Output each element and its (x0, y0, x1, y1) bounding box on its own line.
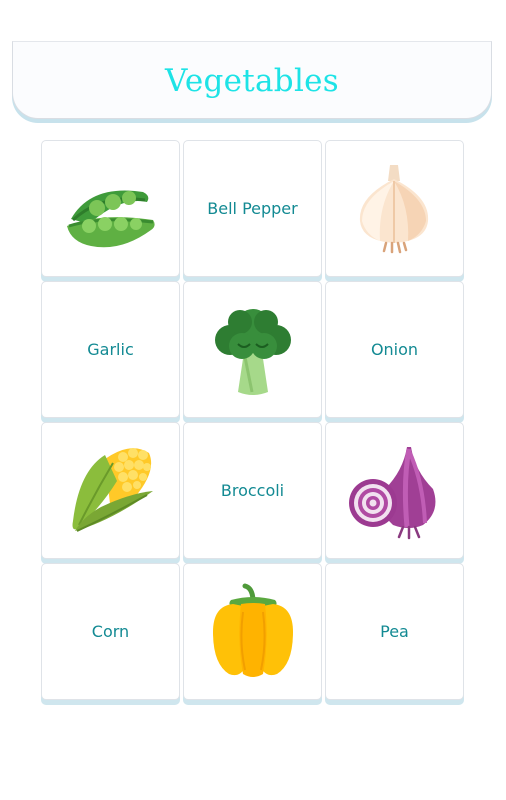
bell-pepper-icon (212, 583, 293, 677)
pea-pod-icon (66, 190, 155, 247)
card-label: Garlic (87, 340, 134, 359)
card-pea-word[interactable]: Pea (325, 563, 464, 700)
garlic-icon (359, 164, 428, 253)
card-pea-image[interactable] (41, 140, 180, 277)
card-corn-word[interactable]: Corn (41, 563, 180, 700)
card-broccoli-word[interactable]: Broccoli (183, 422, 322, 559)
vegetable-grid: Bell Pepper Garlic Onion Broccoli Corn P… (41, 140, 466, 705)
card-garlic-image[interactable] (325, 140, 464, 277)
card-onion-word[interactable]: Onion (325, 281, 464, 418)
card-broccoli-image[interactable] (183, 281, 322, 418)
card-onion-image[interactable] (325, 422, 464, 559)
card-bell-pepper-image[interactable] (183, 563, 322, 700)
page-title: Vegetables (164, 63, 340, 99)
card-label: Onion (370, 340, 419, 359)
card-label: Pea (380, 622, 409, 641)
corn-icon (72, 447, 153, 532)
card-corn-image[interactable] (41, 422, 180, 559)
card-label: Corn (91, 622, 130, 641)
card-label: Bell Pepper (207, 199, 298, 218)
onion-icon (348, 446, 435, 539)
card-label: Broccoli (220, 481, 285, 500)
card-bell-pepper-word[interactable]: Bell Pepper (183, 140, 322, 277)
card-garlic-word[interactable]: Garlic (41, 281, 180, 418)
title-banner: Vegetables (12, 41, 492, 119)
broccoli-icon (214, 308, 291, 395)
